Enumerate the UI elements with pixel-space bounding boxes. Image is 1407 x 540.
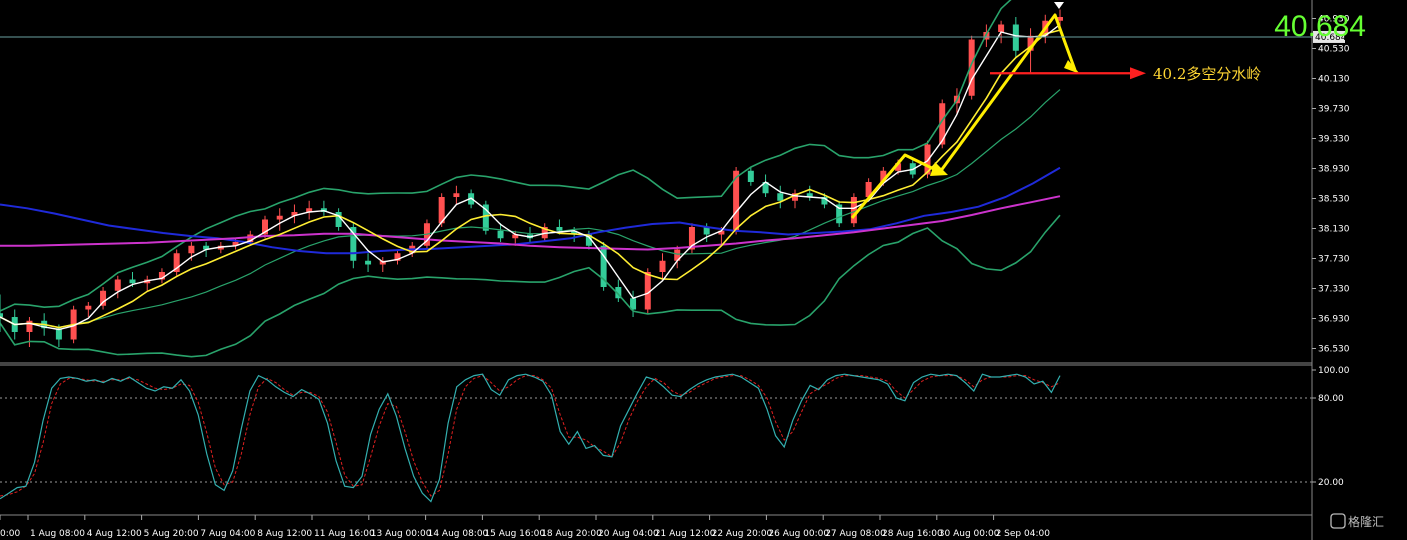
time-tick-label: 21 Aug 12:00 [655, 529, 716, 539]
watermark-text: 格隆汇 [1348, 514, 1384, 529]
candle-body [453, 193, 460, 197]
candle-body [850, 197, 857, 224]
candle-body [335, 212, 342, 227]
candle-body [365, 260, 372, 265]
candle [173, 249, 180, 276]
time-tick-label: 27 Aug 08:00 [825, 529, 886, 539]
time-tick-label: 5 Aug 20:00 [144, 529, 199, 539]
time-tick-label: 13 Aug 00:00 [371, 529, 432, 539]
stoch-tick-label: 20.00 [1318, 478, 1344, 488]
forex-chart: 40.93040.53040.13039.73039.33038.93038.5… [0, 0, 1407, 540]
price-tick-label: 40.130 [1318, 75, 1350, 85]
annotation-label: 40.2多空分水岭 [1153, 65, 1261, 83]
time-tick-label: 30 Aug 00:00 [939, 529, 1000, 539]
price-tick-label: 37.330 [1318, 285, 1350, 295]
candle-body [747, 170, 754, 182]
candle-body [998, 24, 1005, 32]
time-tick-label: 15 Aug 16:00 [484, 529, 545, 539]
time-tick-label: 14 Aug 08:00 [428, 529, 489, 539]
price-tick-label: 36.930 [1318, 315, 1350, 325]
time-tick-label: 1 Aug 08:00 [30, 529, 85, 539]
time-tick-label: 18 Aug 20:00 [541, 529, 602, 539]
time-tick-label: 8 Aug 12:00 [257, 529, 312, 539]
candle-body [1012, 24, 1019, 51]
time-tick-label: 28 Aug 16:00 [882, 529, 943, 539]
candle [836, 200, 843, 227]
candle-body [188, 245, 195, 254]
price-tick-label: 39.730 [1318, 105, 1350, 115]
candle-body [26, 320, 33, 332]
price-tick-label: 40.530 [1318, 45, 1350, 55]
candle [482, 200, 489, 235]
candle-body [85, 305, 92, 310]
candle-body [556, 227, 563, 231]
stoch-tick-label: 100.00 [1318, 366, 1350, 376]
price-tick-label: 36.530 [1318, 345, 1350, 355]
time-tick-label: 4 Aug 12:00 [87, 529, 142, 539]
current-price-large: 40.684 [1274, 10, 1366, 43]
price-tick-label: 37.730 [1318, 255, 1350, 265]
time-tick-label: 22 Aug 20:00 [712, 529, 773, 539]
price-tick-label: 39.330 [1318, 135, 1350, 145]
candle-body [114, 279, 121, 291]
time-tick-label: 2 Sep 04:00 [996, 529, 1051, 539]
time-tick-label: 26 Aug 00:00 [768, 529, 829, 539]
time-tick-label: 0:00 [0, 529, 20, 539]
candle [850, 193, 857, 227]
candle-body [777, 193, 784, 201]
stoch-tick-label: 80.00 [1318, 394, 1344, 404]
time-tick-label: 20 Aug 04:00 [598, 529, 659, 539]
candle-body [497, 230, 504, 239]
candle-body [659, 260, 666, 272]
time-tick-label: 7 Aug 04:00 [200, 529, 255, 539]
price-tick-label: 38.130 [1318, 225, 1350, 235]
candle-body [276, 215, 283, 220]
candle-body [350, 227, 357, 261]
price-tick-label: 38.530 [1318, 195, 1350, 205]
time-tick-label: 11 Aug 16:00 [314, 529, 375, 539]
candle-body [129, 279, 136, 284]
price-tick-label: 38.930 [1318, 165, 1350, 175]
